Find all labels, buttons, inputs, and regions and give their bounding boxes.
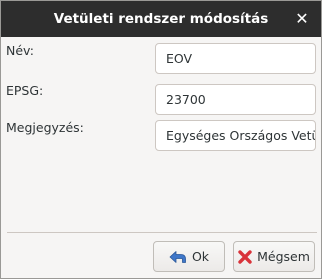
ok-button[interactable]: Ok: [153, 241, 225, 272]
comment-field[interactable]: [155, 120, 316, 151]
dialog: Vetületi rendszer módosítás ✕ Név: EPSG:…: [0, 0, 322, 279]
dialog-title: Vetületi rendszer módosítás: [53, 11, 269, 27]
epsg-label: EPSG:: [6, 83, 44, 98]
title-bar: Vetületi rendszer módosítás ✕: [1, 1, 321, 37]
comment-label: Megjegyzés:: [6, 120, 84, 135]
name-field[interactable]: [155, 43, 316, 74]
separator: [7, 232, 317, 233]
close-icon[interactable]: ✕: [293, 10, 311, 28]
cancel-button[interactable]: Mégsem: [233, 241, 315, 272]
name-label: Név:: [6, 43, 34, 58]
cancel-label: Mégsem: [257, 249, 310, 264]
epsg-field[interactable]: [155, 84, 316, 115]
arrow-left-icon: [169, 250, 187, 264]
red-x-icon: [238, 249, 252, 264]
ok-label: Ok: [191, 249, 210, 264]
